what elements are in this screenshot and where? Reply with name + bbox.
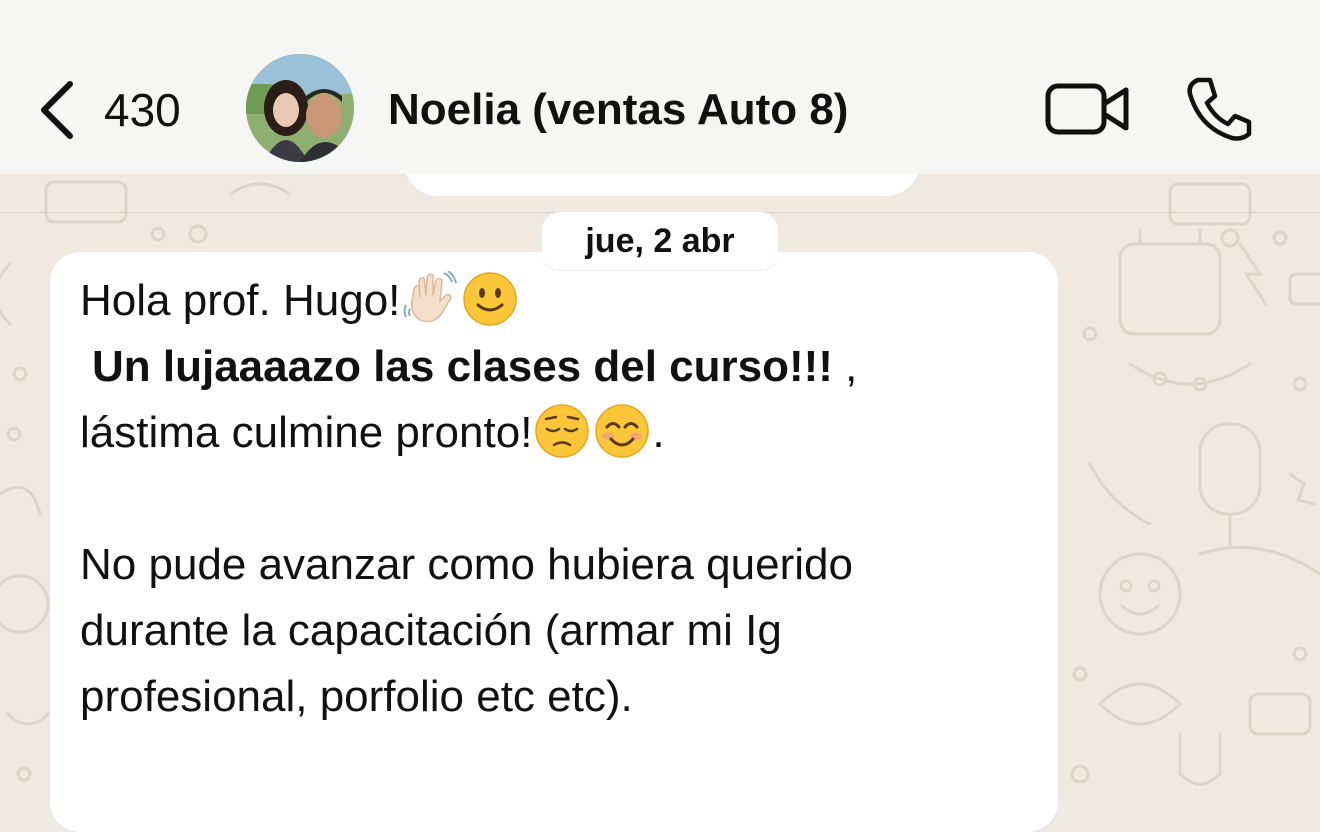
pensive-face-emoji (535, 404, 590, 459)
message-text: lástima culmine pronto! (80, 408, 533, 457)
waving-hand-emoji (403, 271, 458, 323)
message-line-1: Hola prof. Hugo! (80, 268, 520, 334)
slightly-smiling-emoji (463, 272, 518, 327)
back-chevron-icon (41, 81, 73, 139)
voice-call-button[interactable] (1182, 74, 1254, 144)
message-text: Hola prof. Hugo! (80, 276, 401, 325)
contact-name[interactable]: Noelia (ventas Auto 8) (388, 80, 848, 140)
contact-photo (246, 54, 354, 162)
message-line-2: Un lujaaaazo las clases del curso!!! , (92, 334, 857, 400)
back-button[interactable] (32, 78, 80, 142)
message-line-3: lástima culmine pronto! . (80, 400, 665, 466)
message-bold-text: Un lujaaaazo las clases del curso!!! (92, 342, 833, 391)
message-line-5: durante la capacitación (armar mi Ig (80, 606, 782, 655)
message-line-6: profesional, porfolio etc etc). (80, 672, 633, 721)
message-text: . (652, 408, 665, 457)
date-separator: jue, 2 abr (542, 212, 778, 270)
message-line-4: No pude avanzar como hubiera querido (80, 540, 853, 589)
unread-count[interactable]: 430 (104, 80, 181, 140)
video-call-button[interactable] (1044, 80, 1132, 140)
message-text: , (832, 342, 858, 391)
smiling-face-emoji (595, 404, 650, 459)
avatar[interactable] (246, 54, 354, 162)
chat-header: 430 Noelia (ventas Auto 8) (0, 0, 1320, 174)
video-call-icon (1045, 83, 1129, 135)
phone-call-icon (1187, 77, 1252, 141)
